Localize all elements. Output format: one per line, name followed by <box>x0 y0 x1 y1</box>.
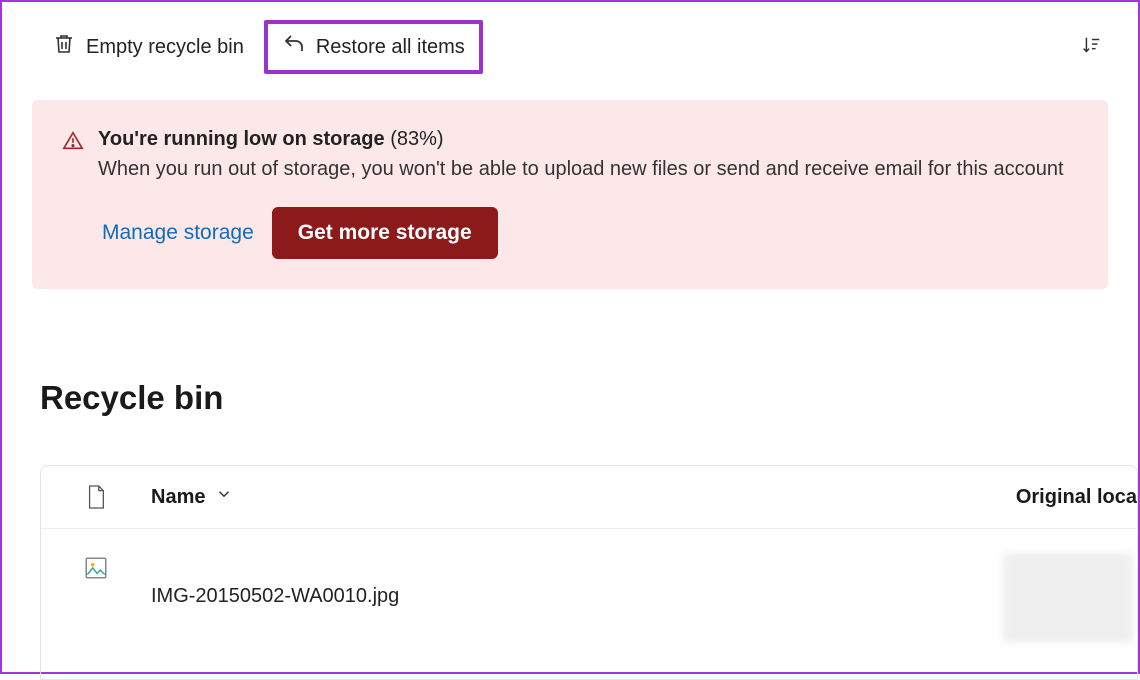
table-header-row: Name Original loca <box>41 466 1137 529</box>
storage-warning-description: When you run out of storage, you won't b… <box>98 155 1078 183</box>
file-name: IMG-20150502-WA0010.jpg <box>151 553 399 608</box>
original-location-value <box>1003 553 1133 643</box>
trash-icon <box>52 32 76 62</box>
storage-warning-percent: (83%) <box>390 128 443 150</box>
sort-icon <box>1080 34 1102 61</box>
warning-icon <box>62 130 84 157</box>
sort-button[interactable] <box>1074 28 1108 67</box>
restore-all-items-label: Restore all items <box>316 36 465 59</box>
original-location-column-header[interactable]: Original loca <box>1016 486 1137 509</box>
name-column-header[interactable]: Name <box>151 485 233 509</box>
empty-recycle-bin-label: Empty recycle bin <box>86 36 244 59</box>
storage-warning-title-text: You're running low on storage <box>98 128 385 150</box>
image-file-icon <box>41 553 151 581</box>
chevron-down-icon <box>215 485 233 509</box>
name-column-label: Name <box>151 486 205 509</box>
toolbar: Empty recycle bin Restore all items <box>2 2 1138 92</box>
manage-storage-link[interactable]: Manage storage <box>98 215 258 251</box>
storage-warning-banner: You're running low on storage (83%) When… <box>32 100 1108 289</box>
table-row[interactable]: IMG-20150502-WA0010.jpg <box>41 529 1137 679</box>
restore-all-items-button[interactable]: Restore all items <box>264 20 483 74</box>
file-type-column-icon <box>41 484 151 510</box>
page-title: Recycle bin <box>40 379 1138 417</box>
get-more-storage-button[interactable]: Get more storage <box>272 207 498 259</box>
file-table: Name Original loca IMG-20150502-WA0010.j… <box>40 465 1138 680</box>
empty-recycle-bin-button[interactable]: Empty recycle bin <box>40 24 256 70</box>
storage-warning-title: You're running low on storage (83%) <box>98 128 1078 151</box>
undo-icon <box>282 32 306 62</box>
